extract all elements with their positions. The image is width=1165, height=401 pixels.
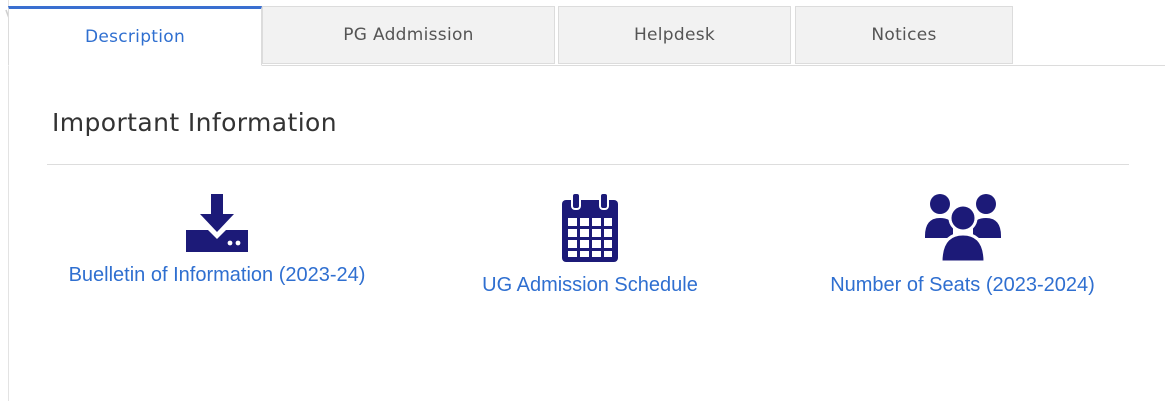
tab-label: Notices xyxy=(871,25,937,45)
bulletin-link[interactable]: Buelletin of Information (2023-24) xyxy=(52,192,382,291)
download-icon xyxy=(186,194,248,252)
tab-pg-admission[interactable]: PG Addmission xyxy=(262,6,555,64)
tab-helpdesk[interactable]: Helpdesk xyxy=(558,6,791,64)
tab-label: Description xyxy=(84,27,186,47)
tab-notices[interactable]: Notices xyxy=(795,6,1013,64)
tab-label: PG Addmission xyxy=(343,25,474,45)
admission-schedule-label: UG Admission Schedule xyxy=(482,274,698,296)
seats-label: Number of Seats (2023-2024) xyxy=(830,274,1095,296)
section-divider xyxy=(47,164,1129,165)
calendar-icon xyxy=(562,192,618,262)
admission-schedule-link[interactable]: UG Admission Schedule xyxy=(450,192,730,301)
seats-link[interactable]: Number of Seats (2023-2024) xyxy=(795,192,1130,301)
tab-label: Helpdesk xyxy=(633,25,716,45)
users-icon xyxy=(924,194,1001,264)
tab-description[interactable]: Description xyxy=(8,6,262,66)
section-title: Important Information xyxy=(52,108,337,137)
tab-divider xyxy=(262,65,1165,66)
tab-bar: Description PG Addmission Helpdesk Notic… xyxy=(8,6,1165,66)
bulletin-label: Buelletin of Information (2023-24) xyxy=(68,264,366,286)
